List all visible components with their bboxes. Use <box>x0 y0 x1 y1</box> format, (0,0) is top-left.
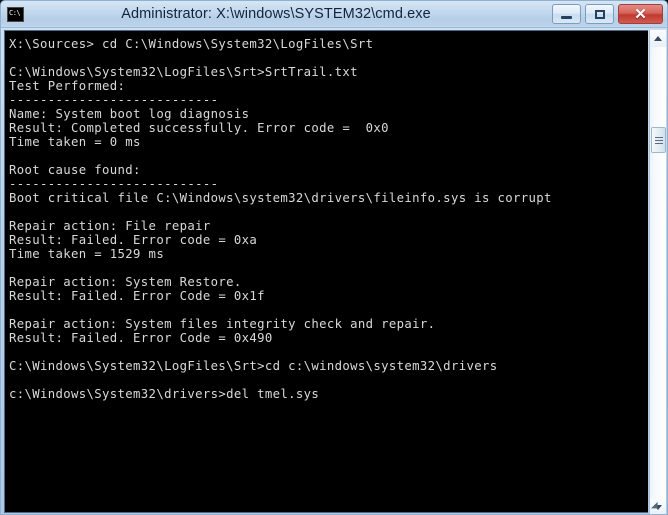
window-controls: ✕ <box>552 4 663 24</box>
maximize-icon <box>594 9 605 19</box>
console-text: X:\Sources> cd C:\Windows\System32\LogFi… <box>9 37 552 401</box>
cmd-icon-label: C:\ <box>9 9 21 17</box>
scroll-up-button[interactable] <box>650 30 666 47</box>
maximize-button[interactable] <box>585 4 614 24</box>
minimize-icon <box>561 15 572 19</box>
console-output-area[interactable]: X:\Sources> cd C:\Windows\System32\LogFi… <box>4 30 648 513</box>
resize-grip-icon[interactable]: ◢ <box>651 499 665 513</box>
cmd-window: C:\ Administrator: X:\windows\SYSTEM32\c… <box>0 0 668 515</box>
close-button[interactable]: ✕ <box>618 4 663 24</box>
chevron-up-icon <box>654 36 662 41</box>
cmd-console-icon: C:\ <box>7 7 24 22</box>
title-bar[interactable]: C:\ Administrator: X:\windows\SYSTEM32\c… <box>1 1 667 28</box>
minimize-button[interactable] <box>552 4 581 24</box>
scrollbar-thumb[interactable] <box>651 127 666 153</box>
window-title: Administrator: X:\windows\SYSTEM32\cmd.e… <box>121 6 431 22</box>
close-icon: ✕ <box>634 5 647 23</box>
scrollbar-grip-icon <box>654 136 663 144</box>
vertical-scrollbar[interactable] <box>649 30 666 514</box>
